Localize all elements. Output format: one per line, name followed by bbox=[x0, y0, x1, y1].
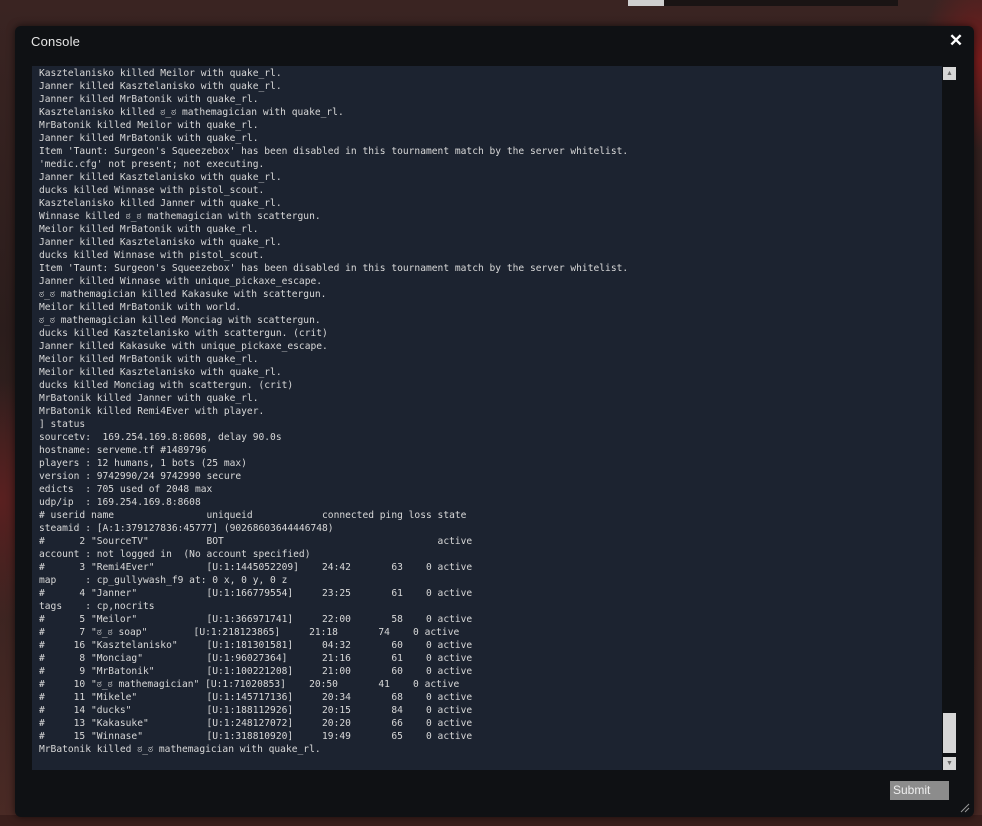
console-line: ಠ_ಠ mathemagician killed Monciag with sc… bbox=[39, 315, 321, 326]
scrollbar-thumb[interactable] bbox=[943, 713, 956, 753]
console-line: Meilor killed MrBatonik with quake_rl. bbox=[39, 354, 259, 365]
console-line: steamid : [A:1:379127836:45777] (9026860… bbox=[39, 523, 334, 534]
console-line: # 3 "Remi4Ever" [U:1:1445052209] 24:42 6… bbox=[39, 562, 473, 573]
console-line: hostname: serveme.tf #1489796 bbox=[39, 445, 207, 456]
console-line: edicts : 705 used of 2048 max bbox=[39, 484, 213, 495]
console-line: # 14 "ducks" [U:1:188112926] 20:15 84 0 … bbox=[39, 705, 473, 716]
dialog-title: Console bbox=[31, 34, 81, 49]
console-line: # 7 "ಠ_ಠ soap" [U:1:218123865] 21:18 74 … bbox=[39, 627, 460, 638]
console-line: MrBatonik killed Meilor with quake_rl. bbox=[39, 120, 259, 131]
console-line: ducks killed Winnase with pistol_scout. bbox=[39, 250, 265, 261]
console-line: Item 'Taunt: Surgeon's Squeezebox' has b… bbox=[39, 263, 629, 274]
submit-button[interactable]: Submit bbox=[890, 781, 949, 800]
console-line: Meilor killed MrBatonik with quake_rl. bbox=[39, 224, 259, 235]
console-line: Janner killed Kasztelanisko with quake_r… bbox=[39, 81, 282, 92]
command-input-container bbox=[32, 782, 894, 803]
console-line: Meilor killed MrBatonik with world. bbox=[39, 302, 242, 313]
console-line: MrBatonik killed Remi4Ever with player. bbox=[39, 406, 265, 417]
console-line: # 11 "Mikele" [U:1:145717136] 20:34 68 0… bbox=[39, 692, 473, 703]
console-line: # 5 "Meilor" [U:1:366971741] 22:00 58 0 … bbox=[39, 614, 473, 625]
console-line: # 16 "Kasztelanisko" [U:1:181301581] 04:… bbox=[39, 640, 473, 651]
console-line: # 4 "Janner" [U:1:166779554] 23:25 61 0 … bbox=[39, 588, 473, 599]
console-line: 'medic.cfg' not present; not executing. bbox=[39, 159, 265, 170]
close-icon[interactable]: ✕ bbox=[948, 32, 964, 50]
console-line: # 8 "Monciag" [U:1:96027364] 21:16 61 0 … bbox=[39, 653, 473, 664]
console-line: Janner killed MrBatonik with quake_rl. bbox=[39, 94, 259, 105]
arrow-down-icon[interactable]: ▼ bbox=[943, 757, 956, 770]
console-line: # 9 "MrBatonik" [U:1:100221208] 21:00 60… bbox=[39, 666, 473, 677]
console-line: account : not logged in (No account spec… bbox=[39, 549, 311, 560]
console-line: map : cp_gullywash_f9 at: 0 x, 0 y, 0 z bbox=[39, 575, 288, 586]
console-line: tags : cp,nocrits bbox=[39, 601, 155, 612]
console-line: ಠ_ಠ mathemagician killed Kakasuke with s… bbox=[39, 289, 327, 300]
console-line: # 2 "SourceTV" BOT active bbox=[39, 536, 473, 547]
console-line: ducks killed Winnase with pistol_scout. bbox=[39, 185, 265, 196]
console-line: sourcetv: 169.254.169.8:8608, delay 90.0… bbox=[39, 432, 282, 443]
console-line: ] status bbox=[39, 419, 86, 430]
console-line: udp/ip : 169.254.169.8:8608 bbox=[39, 497, 201, 508]
console-line: # 10 "ಠ_ಠ mathemagician" [U:1:71020853] … bbox=[39, 679, 460, 690]
console-line: Janner killed Kasztelanisko with quake_r… bbox=[39, 237, 282, 248]
console-line: ducks killed Monciag with scattergun. (c… bbox=[39, 380, 294, 391]
console-line: # userid name uniqueid connected ping lo… bbox=[39, 510, 467, 521]
console-line: Janner killed Kasztelanisko with quake_r… bbox=[39, 172, 282, 183]
console-line: MrBatonik killed Janner with quake_rl. bbox=[39, 393, 259, 404]
console-line: Kasztelanisko killed Janner with quake_r… bbox=[39, 198, 282, 209]
resize-grip-icon[interactable] bbox=[960, 803, 970, 813]
console-line: Janner killed Winnase with unique_pickax… bbox=[39, 276, 323, 287]
console-line: ducks killed Kasztelanisko with scatterg… bbox=[39, 328, 328, 339]
console-line: Janner killed MrBatonik with quake_rl. bbox=[39, 133, 259, 144]
console-line: players : 12 humans, 1 bots (25 max) bbox=[39, 458, 247, 469]
scrollbar[interactable]: ▲ ▼ bbox=[943, 66, 957, 770]
console-line: Meilor killed Kasztelanisko with quake_r… bbox=[39, 367, 282, 378]
arrow-up-icon[interactable]: ▲ bbox=[943, 67, 956, 80]
console-line: Item 'Taunt: Surgeon's Squeezebox' has b… bbox=[39, 146, 629, 157]
console-line: version : 9742990/24 9742990 secure bbox=[39, 471, 242, 482]
console-line: # 15 "Winnase" [U:1:318810920] 19:49 65 … bbox=[39, 731, 473, 742]
game-hud-bar bbox=[628, 0, 898, 6]
console-line: # 13 "Kakasuke" [U:1:248127072] 20:20 66… bbox=[39, 718, 473, 729]
console-line: MrBatonik killed ಠ_ಠ mathemagician with … bbox=[39, 744, 321, 755]
console-line: Kasztelanisko killed Meilor with quake_r… bbox=[39, 68, 282, 79]
command-input[interactable] bbox=[32, 782, 894, 803]
console-dialog: Console ✕ Kasztelanisko killed Meilor wi… bbox=[15, 26, 974, 817]
console-line: Kasztelanisko killed ಠ_ಠ mathemagician w… bbox=[39, 107, 344, 118]
console-output[interactable]: Kasztelanisko killed Meilor with quake_r… bbox=[32, 66, 942, 770]
console-line-list: Kasztelanisko killed Meilor with quake_r… bbox=[39, 67, 628, 756]
console-line: Janner killed Kakasuke with unique_picka… bbox=[39, 341, 328, 352]
console-line: Winnase killed ಠ_ಠ mathemagician with sc… bbox=[39, 211, 321, 222]
